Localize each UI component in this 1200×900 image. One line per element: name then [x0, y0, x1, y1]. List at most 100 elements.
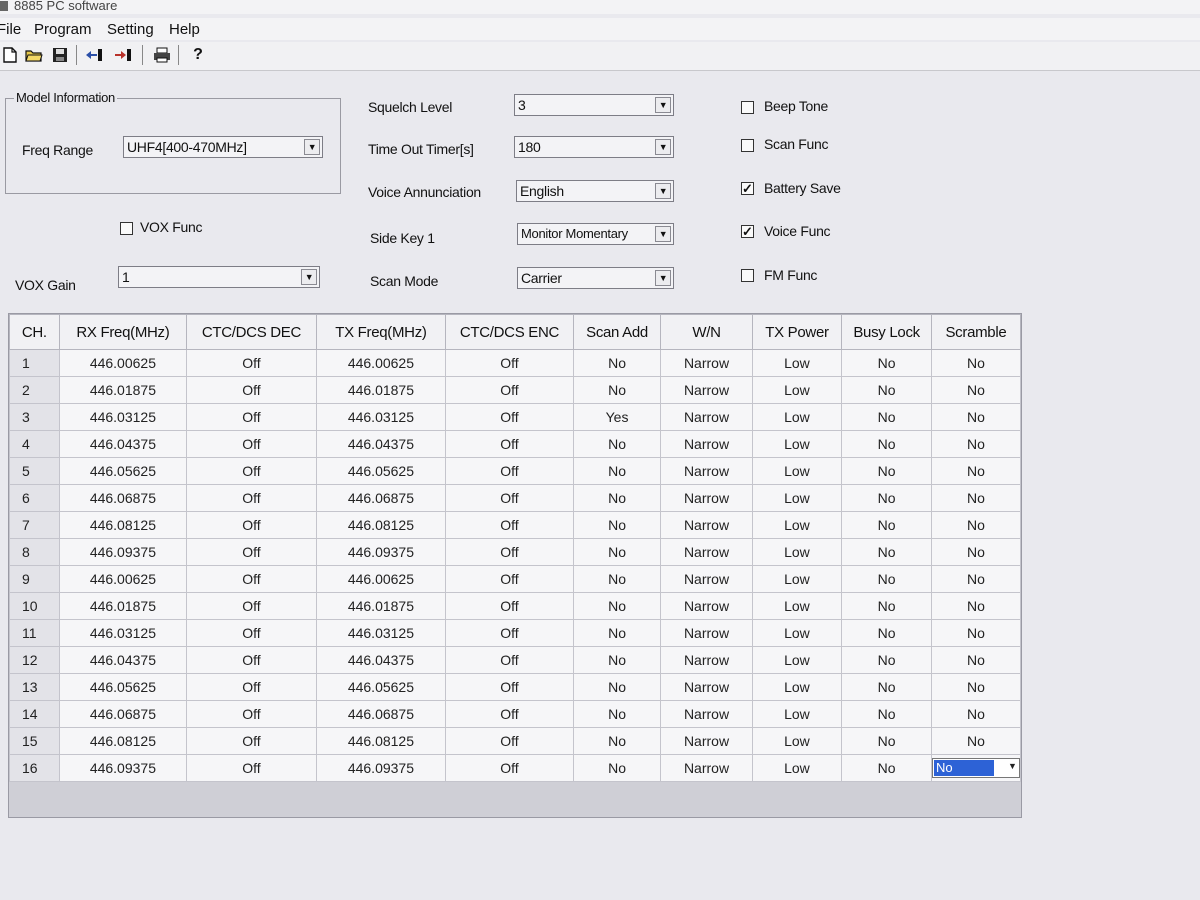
cell-tx-power[interactable]: Low	[751, 403, 843, 431]
cell-ch[interactable]: 15	[9, 727, 60, 755]
cell-ctc-dcs-dec[interactable]: Off	[186, 511, 317, 539]
cell-ch[interactable]: 8	[9, 538, 60, 566]
chevron-down-icon[interactable]: ▼	[1008, 761, 1017, 771]
cell-ctc-dcs-dec[interactable]: Off	[186, 538, 317, 566]
cell-scan-add[interactable]: No	[572, 457, 662, 485]
cell-ch[interactable]: 5	[9, 457, 60, 485]
cell-wn[interactable]: Narrow	[660, 565, 753, 593]
column-header-ctc-dcs-enc[interactable]: CTC/DCS ENC	[445, 314, 574, 350]
cell-ctc-dcs-dec[interactable]: Off	[186, 619, 317, 647]
cell-rx-freq[interactable]: 446.03125	[58, 619, 188, 647]
column-header-busy-lock[interactable]: Busy Lock	[841, 314, 932, 350]
cell-tx-power[interactable]: Low	[751, 565, 843, 593]
cell-tx-power[interactable]: Low	[751, 511, 843, 539]
cell-wn[interactable]: Narrow	[660, 754, 753, 782]
table-row[interactable]: 14 446.06875 Off 446.06875 Off No Narrow Low No N…	[9, 700, 1022, 728]
cell-wn[interactable]: Narrow	[660, 673, 753, 701]
cell-ch[interactable]: 10	[9, 592, 60, 620]
cell-ctc-dcs-enc[interactable]: Off	[445, 538, 574, 566]
menu-setting[interactable]: Setting	[107, 21, 154, 38]
read-from-radio-icon[interactable]	[84, 45, 104, 65]
cell-tx-power[interactable]: Low	[751, 538, 843, 566]
cell-scramble[interactable]: No	[930, 646, 1022, 674]
cell-ctc-dcs-enc[interactable]: Off	[445, 457, 574, 485]
cell-wn[interactable]: Narrow	[660, 700, 753, 728]
cell-tx-freq[interactable]: 446.05625	[315, 673, 447, 701]
side-key-select[interactable]: Monitor Momentary ▼	[517, 223, 674, 245]
cell-rx-freq[interactable]: 446.05625	[58, 673, 188, 701]
cell-scan-add[interactable]: No	[572, 592, 662, 620]
cell-busy-lock[interactable]: No	[841, 511, 932, 539]
cell-scan-add[interactable]: No	[572, 700, 662, 728]
cell-tx-freq[interactable]: 446.03125	[315, 403, 447, 431]
cell-busy-lock[interactable]: No	[841, 565, 932, 593]
voice-annunciation-select[interactable]: English ▼	[516, 180, 674, 202]
beep-tone-checkbox[interactable]	[741, 101, 754, 114]
cell-scan-add[interactable]: Yes	[572, 403, 662, 431]
cell-scramble[interactable]: No	[930, 457, 1022, 485]
cell-ctc-dcs-dec[interactable]: Off	[186, 754, 317, 782]
scan-func-checkbox[interactable]	[741, 139, 754, 152]
table-row[interactable]: 16 446.09375 Off 446.09375 Off No Narrow Low No N…	[9, 754, 1022, 782]
cell-rx-freq[interactable]: 446.04375	[58, 646, 188, 674]
cell-rx-freq[interactable]: 446.05625	[58, 457, 188, 485]
cell-wn[interactable]: Narrow	[660, 511, 753, 539]
cell-rx-freq[interactable]: 446.08125	[58, 511, 188, 539]
cell-ctc-dcs-dec[interactable]: Off	[186, 484, 317, 512]
chevron-down-icon[interactable]: ▼	[301, 269, 317, 285]
cell-ctc-dcs-enc[interactable]: Off	[445, 727, 574, 755]
squelch-select[interactable]: 3 ▼	[514, 94, 674, 116]
print-icon[interactable]	[152, 45, 172, 65]
cell-busy-lock[interactable]: No	[841, 349, 932, 377]
cell-scramble[interactable]: No	[930, 565, 1022, 593]
cell-scan-add[interactable]: No	[572, 511, 662, 539]
cell-scramble[interactable]: No	[930, 538, 1022, 566]
cell-busy-lock[interactable]: No	[841, 754, 932, 782]
column-header-ch[interactable]: CH.	[9, 314, 60, 350]
cell-wn[interactable]: Narrow	[660, 349, 753, 377]
cell-ch[interactable]: 16	[9, 754, 60, 782]
cell-tx-power[interactable]: Low	[751, 484, 843, 512]
chevron-down-icon[interactable]: ▼	[655, 226, 671, 242]
help-icon[interactable]: ?	[188, 45, 208, 65]
table-row[interactable]: 6 446.06875 Off 446.06875 Off No Narrow Low No No	[9, 484, 1022, 512]
cell-ctc-dcs-enc[interactable]: Off	[445, 646, 574, 674]
table-row[interactable]: 7 446.08125 Off 446.08125 Off No Narrow Low No No	[9, 511, 1022, 539]
cell-scan-add[interactable]: No	[572, 727, 662, 755]
table-row[interactable]: 1 446.00625 Off 446.00625 Off No Narrow Low No No	[9, 349, 1022, 377]
cell-rx-freq[interactable]: 446.06875	[58, 700, 188, 728]
cell-tx-power[interactable]: Low	[751, 646, 843, 674]
cell-ctc-dcs-enc[interactable]: Off	[445, 511, 574, 539]
cell-scramble[interactable]: No	[930, 349, 1022, 377]
cell-ctc-dcs-dec[interactable]: Off	[186, 403, 317, 431]
cell-wn[interactable]: Narrow	[660, 592, 753, 620]
cell-tx-power[interactable]: Low	[751, 592, 843, 620]
menu-file[interactable]: File	[0, 21, 21, 38]
cell-tx-freq[interactable]: 446.06875	[315, 700, 447, 728]
cell-tx-power[interactable]: Low	[751, 700, 843, 728]
cell-scan-add[interactable]: No	[572, 619, 662, 647]
cell-ctc-dcs-enc[interactable]: Off	[445, 754, 574, 782]
table-row[interactable]: 3 446.03125 Off 446.03125 Off Yes Narrow Low No N…	[9, 403, 1022, 431]
cell-ch[interactable]: 12	[9, 646, 60, 674]
cell-rx-freq[interactable]: 446.01875	[58, 592, 188, 620]
chevron-down-icon[interactable]: ▼	[304, 139, 320, 155]
cell-ctc-dcs-enc[interactable]: Off	[445, 430, 574, 458]
fm-func-checkbox[interactable]	[741, 269, 754, 282]
cell-ch[interactable]: 2	[9, 376, 60, 404]
cell-scan-add[interactable]: No	[572, 376, 662, 404]
cell-ctc-dcs-enc[interactable]: Off	[445, 700, 574, 728]
cell-rx-freq[interactable]: 446.09375	[58, 754, 188, 782]
cell-scan-add[interactable]: No	[572, 430, 662, 458]
vox-gain-select[interactable]: 1 ▼	[118, 266, 320, 288]
cell-ctc-dcs-enc[interactable]: Off	[445, 376, 574, 404]
cell-rx-freq[interactable]: 446.04375	[58, 430, 188, 458]
cell-busy-lock[interactable]: No	[841, 646, 932, 674]
cell-tx-freq[interactable]: 446.04375	[315, 646, 447, 674]
cell-ctc-dcs-enc[interactable]: Off	[445, 484, 574, 512]
open-folder-icon[interactable]	[24, 45, 44, 65]
cell-wn[interactable]: Narrow	[660, 430, 753, 458]
voice-func-checkbox[interactable]: ✓	[741, 225, 754, 238]
cell-ch[interactable]: 4	[9, 430, 60, 458]
cell-busy-lock[interactable]: No	[841, 727, 932, 755]
